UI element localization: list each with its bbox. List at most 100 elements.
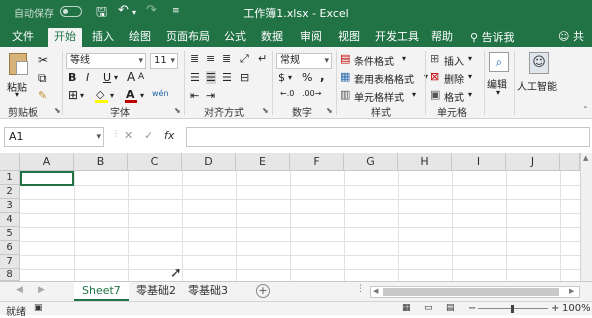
enter-icon[interactable]: ✓ <box>144 129 153 142</box>
zoom-in-button[interactable]: + <box>551 303 559 314</box>
decrease-indent-icon[interactable]: ⇤ <box>190 89 199 102</box>
insert-function-button[interactable]: fx <box>164 129 174 142</box>
format-cells-button[interactable]: ▣ 格式 ▾ <box>430 88 480 104</box>
font-color-button[interactable]: A <box>124 88 138 103</box>
row-header[interactable]: 5 <box>0 227 20 241</box>
zoom-slider-knob[interactable] <box>511 305 514 313</box>
column-header-partial[interactable] <box>560 153 580 171</box>
wrap-text-icon[interactable]: ↵ <box>258 52 267 65</box>
fill-dropdown-icon[interactable]: ▾ <box>110 91 114 100</box>
number-launcher-icon[interactable]: ⬊ <box>326 106 333 115</box>
ai-button[interactable]: ☺ 人工智能 <box>517 52 587 102</box>
currency-dropdown-icon[interactable]: ▾ <box>288 73 292 82</box>
vertical-scrollbar[interactable]: ▲ <box>580 153 592 281</box>
font-launcher-icon[interactable]: ⬊ <box>174 106 181 115</box>
align-right-icon[interactable]: ☰ <box>222 71 232 84</box>
tab-insert[interactable]: 插入 <box>86 28 120 47</box>
next-sheet-icon[interactable]: ▶ <box>38 285 45 295</box>
font-size-select[interactable]: 11 <box>150 53 178 69</box>
column-header[interactable]: H <box>398 153 452 171</box>
borders-dropdown-icon[interactable]: ▾ <box>80 91 84 100</box>
column-header[interactable]: F <box>290 153 344 171</box>
add-sheet-button[interactable]: + <box>256 284 270 298</box>
increase-decimal-icon[interactable]: ←.0 <box>280 89 294 98</box>
collapse-ribbon-icon[interactable]: ⌃ <box>582 105 589 114</box>
scroll-right-icon[interactable]: ▶ <box>569 287 574 295</box>
row-header[interactable]: 1 <box>0 171 20 185</box>
scroll-left-icon[interactable]: ◀ <box>373 287 378 295</box>
delete-cells-button[interactable]: ⊠ 删除 ▾ <box>430 70 480 86</box>
alignment-launcher-icon[interactable]: ⬊ <box>262 106 269 115</box>
tell-me-box[interactable]: ⚲ 告诉我 <box>470 29 515 45</box>
copy-icon[interactable]: ⧉ <box>38 71 47 86</box>
align-middle-icon[interactable]: ≡ <box>206 52 215 65</box>
column-header[interactable]: G <box>344 153 398 171</box>
format-painter-icon[interactable]: ✎ <box>38 89 47 102</box>
row-header[interactable]: 4 <box>0 213 20 227</box>
sheet-tab[interactable]: Sheet7 <box>74 282 129 301</box>
column-header[interactable]: J <box>506 153 560 171</box>
fill-color-button[interactable]: ◇ <box>94 88 110 103</box>
normal-view-icon[interactable]: ▦ <box>402 303 411 313</box>
orientation-icon[interactable]: ⤢ <box>240 52 249 66</box>
currency-icon[interactable]: $ <box>278 71 285 84</box>
tab-home[interactable]: 开始 <box>48 28 82 47</box>
scroll-up-icon[interactable]: ▲ <box>583 154 588 162</box>
worksheet-grid[interactable]: A B C D E F G H I J 1 2 3 4 5 6 7 8 ▲ ➚ <box>0 153 592 281</box>
bold-button[interactable]: B <box>68 71 76 84</box>
tab-page-layout[interactable]: 页面布局 <box>160 28 216 47</box>
selected-cell[interactable] <box>20 171 74 186</box>
column-header[interactable]: I <box>452 153 506 171</box>
decrease-decimal-icon[interactable]: .00→ <box>302 89 321 98</box>
tab-data[interactable]: 数据 <box>255 28 289 47</box>
italic-button[interactable]: I <box>86 71 89 84</box>
zoom-out-button[interactable]: − <box>468 303 476 314</box>
row-header[interactable]: 7 <box>0 255 20 269</box>
tab-developer[interactable]: 开发工具 <box>369 28 425 47</box>
row-header[interactable]: 2 <box>0 185 20 199</box>
align-center-icon[interactable]: ☰ <box>206 71 216 84</box>
tab-review[interactable]: 审阅 <box>294 28 328 47</box>
sheet-tab[interactable]: 零基础3 <box>180 282 236 301</box>
column-header[interactable]: C <box>128 153 182 171</box>
conditional-formatting-button[interactable]: ▤ 条件格式 ▾ <box>340 52 424 68</box>
tab-view[interactable]: 视图 <box>332 28 366 47</box>
row-header[interactable]: 8 <box>0 269 20 281</box>
select-all-corner[interactable] <box>0 153 20 171</box>
cell-styles-button[interactable]: ▥ 单元格样式 ▾ <box>340 88 424 104</box>
scrollbar-thumb[interactable] <box>383 288 559 296</box>
row-header[interactable]: 3 <box>0 199 20 213</box>
font-shrink-button[interactable]: A <box>138 72 144 82</box>
horizontal-scrollbar[interactable]: ◀ ▶ <box>370 286 580 298</box>
cut-icon[interactable]: ✂ <box>38 53 48 67</box>
column-header[interactable]: D <box>182 153 236 171</box>
insert-cells-button[interactable]: ⊞ 插入 ▾ <box>430 52 480 68</box>
prev-sheet-icon[interactable]: ◀ <box>16 285 23 295</box>
page-break-view-icon[interactable]: ▤ <box>446 303 455 313</box>
paste-button[interactable]: 粘贴 ▾ <box>6 53 32 99</box>
align-top-icon[interactable]: ≣ <box>190 52 199 65</box>
underline-dropdown-icon[interactable]: ▾ <box>114 73 118 82</box>
underline-button[interactable]: U <box>103 71 111 84</box>
zoom-level[interactable]: 100% <box>562 303 591 314</box>
formula-input[interactable] <box>186 127 590 147</box>
editing-button[interactable]: ⌕ 编辑 ▾ <box>487 52 511 102</box>
percent-button[interactable]: % <box>302 71 312 84</box>
tab-draw[interactable]: 绘图 <box>123 28 157 47</box>
tab-formulas[interactable]: 公式 <box>218 28 252 47</box>
increase-indent-icon[interactable]: ⇥ <box>206 89 215 102</box>
number-format-select[interactable]: 常规 <box>276 53 332 69</box>
comma-button[interactable]: , <box>320 69 325 83</box>
sheet-tab[interactable]: 零基础2 <box>128 282 184 301</box>
column-header[interactable]: B <box>74 153 128 171</box>
tab-help[interactable]: 帮助 <box>425 28 459 47</box>
column-header[interactable]: E <box>236 153 290 171</box>
cancel-icon[interactable]: ✕ <box>124 129 133 142</box>
page-layout-view-icon[interactable]: ▭ <box>424 303 433 313</box>
borders-icon[interactable]: ⊞ <box>68 88 78 102</box>
font-color-dropdown-icon[interactable]: ▾ <box>140 91 144 100</box>
format-as-table-button[interactable]: ▦ 套用表格格式 ▾ <box>340 70 434 86</box>
tab-split-handle-icon[interactable]: ⋮ <box>356 284 365 294</box>
align-left-icon[interactable]: ☰ <box>190 71 200 84</box>
macro-record-icon[interactable]: ▣ <box>34 303 43 313</box>
